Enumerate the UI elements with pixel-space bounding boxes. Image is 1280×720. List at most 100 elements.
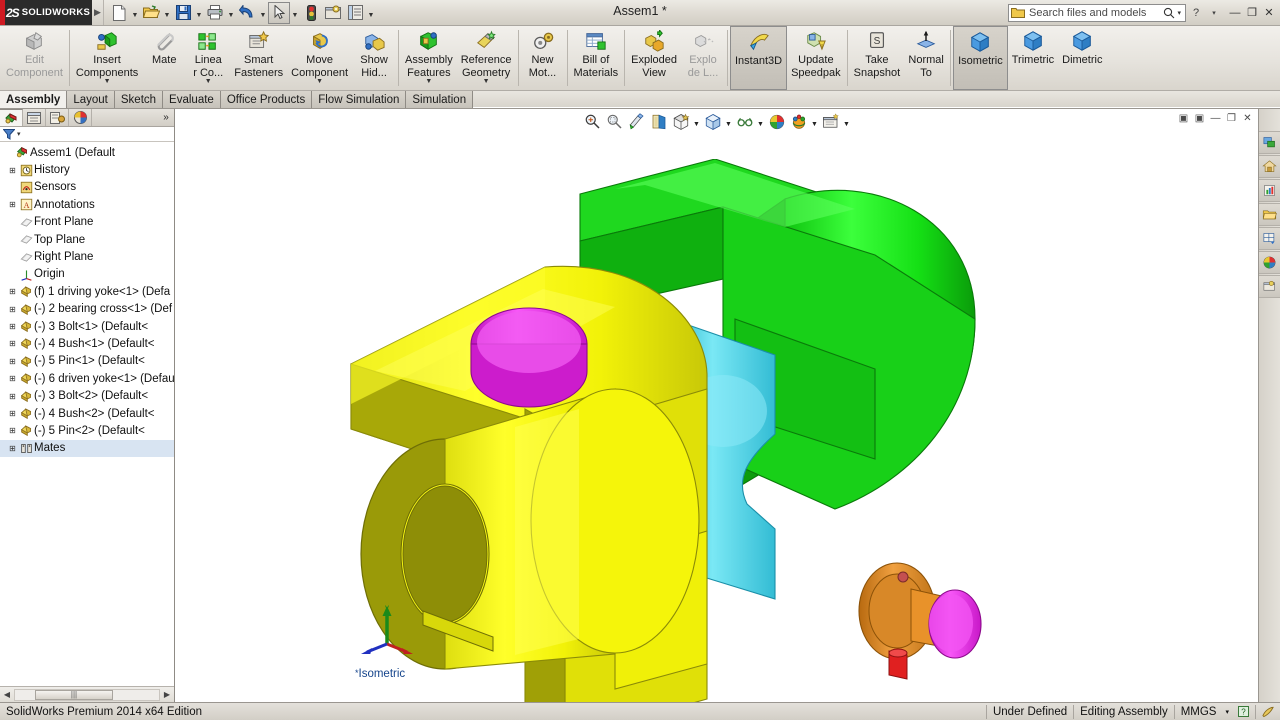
edit-component-button[interactable]: Edit Component: [2, 26, 67, 90]
tree-expander[interactable]: ⊞: [7, 166, 18, 175]
assembly-features-caret[interactable]: ▼: [425, 78, 432, 85]
feature-tree[interactable]: Assem1 (Default ⊞ History Sensors ⊞ A An…: [0, 142, 174, 686]
update-speedpak-button[interactable]: ! Update Speedpak: [787, 26, 845, 90]
status-units[interactable]: MMGS: [1175, 703, 1223, 720]
apply-scene-button[interactable]: [766, 112, 787, 132]
view-setting-button-caret[interactable]: ▼: [756, 112, 765, 132]
new-motion-study-button[interactable]: New Mot...: [521, 26, 565, 90]
restore-viewport-right-icon[interactable]: ▣: [1193, 113, 1206, 124]
configuration-manager-tab[interactable]: [46, 109, 69, 126]
close-document-icon[interactable]: ✕: [1241, 113, 1254, 124]
reference-geometry-caret[interactable]: ▼: [483, 78, 490, 85]
open-document-button[interactable]: [140, 2, 162, 24]
print-document-caret[interactable]: ▼: [226, 2, 236, 24]
insert-components-caret[interactable]: ▼: [104, 78, 111, 85]
undo-button[interactable]: [236, 2, 258, 24]
take-snapshot-button[interactable]: S Take Snapshot: [850, 26, 904, 90]
tab-sketch[interactable]: Sketch: [114, 91, 164, 108]
restore-document-icon[interactable]: ❐: [1225, 113, 1238, 124]
select-tool-button[interactable]: [268, 1, 290, 24]
zoom-to-fit-button[interactable]: [582, 112, 603, 132]
display-style-button-caret[interactable]: ▼: [692, 112, 701, 132]
dimetric-view-button[interactable]: Dimetric: [1058, 26, 1106, 90]
view-orientation-ball-button[interactable]: [788, 112, 809, 132]
tree-item[interactable]: ⊞ History: [0, 161, 174, 178]
tree-expander[interactable]: ⊞: [7, 287, 18, 296]
select-tool-caret[interactable]: ▼: [290, 2, 300, 24]
tree-item[interactable]: ⊞ A Annotations: [0, 196, 174, 213]
linear-component-pattern-caret[interactable]: ▼: [205, 78, 212, 85]
tree-item[interactable]: ⊞ (-) 5 Pin<1> (Default<: [0, 353, 174, 370]
instant3d-button[interactable]: Instant3D: [730, 26, 788, 90]
restore-button[interactable]: ❐: [1245, 6, 1259, 19]
tree-expander[interactable]: ⊞: [7, 374, 18, 383]
new-document-button[interactable]: [108, 2, 130, 24]
normal-to-button[interactable]: Normal To: [904, 26, 948, 90]
tree-expander[interactable]: ⊞: [7, 357, 18, 366]
tab-layout[interactable]: Layout: [67, 91, 115, 108]
tree-item[interactable]: Top Plane: [0, 231, 174, 248]
customize-caret[interactable]: ▼: [366, 2, 376, 24]
filter-caret-icon[interactable]: ▾: [15, 130, 21, 138]
status-tail-button[interactable]: [1256, 703, 1280, 720]
tree-item[interactable]: Right Plane: [0, 248, 174, 265]
isometric-view-button[interactable]: Isometric: [953, 26, 1008, 90]
menu-expand-arrow[interactable]: ▶: [92, 0, 104, 25]
search-input[interactable]: Search files and models ▾: [1008, 3, 1186, 22]
save-document-caret[interactable]: ▼: [194, 2, 204, 24]
universal-joint-model[interactable]: [315, 159, 1075, 702]
tree-item[interactable]: ⊞ (-) 3 Bolt<2> (Default<: [0, 387, 174, 404]
scroll-thumb[interactable]: |||: [35, 689, 113, 700]
minimize-button[interactable]: —: [1228, 7, 1242, 19]
solidworks-logo[interactable]: 2S SOLIDWORKS: [0, 0, 92, 25]
trimetric-view-button[interactable]: Trimetric: [1008, 26, 1058, 90]
tab-flow-simulation[interactable]: Flow Simulation: [312, 91, 407, 108]
tree-item[interactable]: Origin: [0, 266, 174, 283]
tab-assembly[interactable]: Assembly: [0, 91, 68, 108]
save-document-button[interactable]: [172, 2, 194, 24]
explode-line-sketch-button[interactable]: Explo de L...: [681, 26, 725, 90]
exploded-view-button[interactable]: Exploded View: [627, 26, 681, 90]
help-button[interactable]: ?: [1188, 4, 1204, 22]
tab-office-products[interactable]: Office Products: [220, 91, 313, 108]
undo-caret[interactable]: ▼: [258, 2, 268, 24]
mate-button[interactable]: Mate: [142, 26, 186, 90]
close-button[interactable]: ✕: [1262, 6, 1276, 19]
feature-tree-filter[interactable]: ▾: [0, 127, 174, 142]
tree-item[interactable]: ⊞ (-) 4 Bush<1> (Default<: [0, 335, 174, 352]
graphics-viewport[interactable]: ▼ ▼ ▼ ▼ ▼ ▣ ▣ — ❐ ✕ y *Isometric: [175, 109, 1258, 702]
tree-expander[interactable]: ⊞: [7, 305, 18, 314]
insert-components-button[interactable]: Insert Components ▼: [72, 26, 142, 90]
restore-viewport-left-icon[interactable]: ▣: [1177, 113, 1190, 124]
tree-item[interactable]: ⊞ (-) 3 Bolt<1> (Default<: [0, 318, 174, 335]
tree-item[interactable]: Front Plane: [0, 214, 174, 231]
hide-show-items-button-caret[interactable]: ▼: [724, 112, 733, 132]
rebuild-button[interactable]: [300, 2, 322, 24]
tree-item[interactable]: Sensors: [0, 179, 174, 196]
section-view-button[interactable]: [626, 112, 647, 132]
tree-item[interactable]: ⊞ (f) 1 driving yoke<1> (Defa: [0, 283, 174, 300]
move-component-button[interactable]: Move Component ▼: [287, 26, 352, 90]
tree-item[interactable]: ⊞ Mates: [0, 439, 174, 458]
assembly-features-button[interactable]: Assembly Features ▼: [401, 26, 457, 90]
display-pane-button-caret[interactable]: ▼: [842, 112, 851, 132]
linear-component-pattern-button[interactable]: Linea r Co... ▼: [186, 26, 230, 90]
display-pane-button[interactable]: [820, 112, 841, 132]
tree-item[interactable]: ⊞ (-) 2 bearing cross<1> (Def: [0, 301, 174, 318]
tab-evaluate[interactable]: Evaluate: [163, 91, 221, 108]
custom-properties-button[interactable]: [1259, 275, 1280, 298]
tree-expander[interactable]: ⊞: [7, 426, 18, 435]
scroll-track[interactable]: |||: [14, 688, 160, 701]
reference-geometry-button[interactable]: Reference Geometry ▼: [457, 26, 516, 90]
tree-expander[interactable]: ⊞: [7, 392, 18, 401]
tree-item[interactable]: Assem1 (Default: [0, 144, 174, 161]
feature-tree-hscrollbar[interactable]: ◀ ||| ▶: [0, 686, 174, 702]
status-overlay-button[interactable]: ?: [1232, 703, 1255, 720]
view-setting-button[interactable]: [734, 112, 755, 132]
display-manager-tab[interactable]: [69, 109, 92, 126]
print-document-button[interactable]: [204, 2, 226, 24]
tree-expander[interactable]: ⊞: [7, 322, 18, 331]
file-explorer-button[interactable]: [1259, 179, 1280, 202]
status-units-caret[interactable]: ▾: [1222, 703, 1232, 720]
scroll-right-arrow[interactable]: ▶: [160, 690, 174, 699]
